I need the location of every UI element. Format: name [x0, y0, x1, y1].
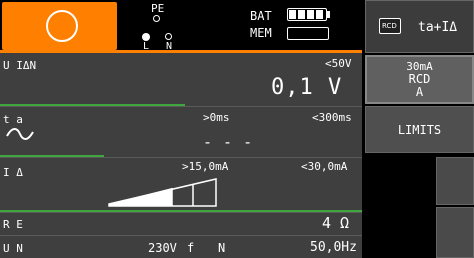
un-label: U N [3, 242, 23, 255]
re-value: 4 Ω [322, 214, 350, 232]
un-voltage: 230V [148, 241, 177, 255]
rcd-parameter-button[interactable]: 30mA RCD A [365, 55, 474, 104]
i-delta-min: >15,0mA [182, 160, 229, 173]
ta-label: t a [3, 113, 23, 126]
pe-label: PE [151, 2, 165, 15]
n-terminal-icon [165, 33, 172, 40]
ta-value: - - - [203, 133, 254, 151]
u-ian-value: 0,1 V [271, 75, 343, 100]
sine-wave-icon [6, 128, 34, 140]
rcd-icon-text: RCD [382, 22, 397, 30]
row-divider [0, 106, 362, 107]
battery-tip [327, 11, 330, 18]
row-divider [0, 157, 362, 158]
row-divider [0, 212, 362, 213]
battery-icon [287, 8, 327, 21]
u-ian-limit: <50V [325, 57, 352, 70]
pe-terminal-icon [153, 15, 160, 22]
limits-button[interactable]: LIMITS [365, 106, 474, 153]
i-delta-max: <30,0mA [301, 160, 348, 173]
l-terminal-icon [142, 33, 150, 41]
row-divider [0, 235, 362, 236]
limits-label: LIMITS [397, 123, 442, 137]
memory-icon [287, 27, 329, 40]
ta-max: <300ms [312, 111, 352, 124]
battery-label: BAT [250, 9, 272, 23]
soft-key-empty-1[interactable] [436, 157, 474, 205]
ramp-icon [108, 178, 217, 207]
i-delta-label: I Δ [3, 166, 23, 179]
mode-label: ta+IΔ [418, 20, 458, 35]
neutral-label: N [218, 241, 226, 255]
u-ian-label: U IΔN [3, 59, 37, 72]
soft-key-empty-2[interactable] [436, 207, 474, 258]
re-label: R E [3, 218, 23, 231]
memory-label: MEM [250, 26, 272, 40]
un-frequency: 50,0Hz [310, 240, 357, 255]
frequency-label: f [187, 241, 195, 255]
ta-min: >0ms [203, 111, 230, 124]
start-circle-icon [46, 10, 78, 42]
mode-button[interactable]: RCD ta+IΔ [365, 0, 474, 53]
start-button[interactable] [2, 2, 117, 50]
rcd-icon: RCD [379, 18, 401, 34]
rcd-class-label: A [415, 85, 424, 99]
